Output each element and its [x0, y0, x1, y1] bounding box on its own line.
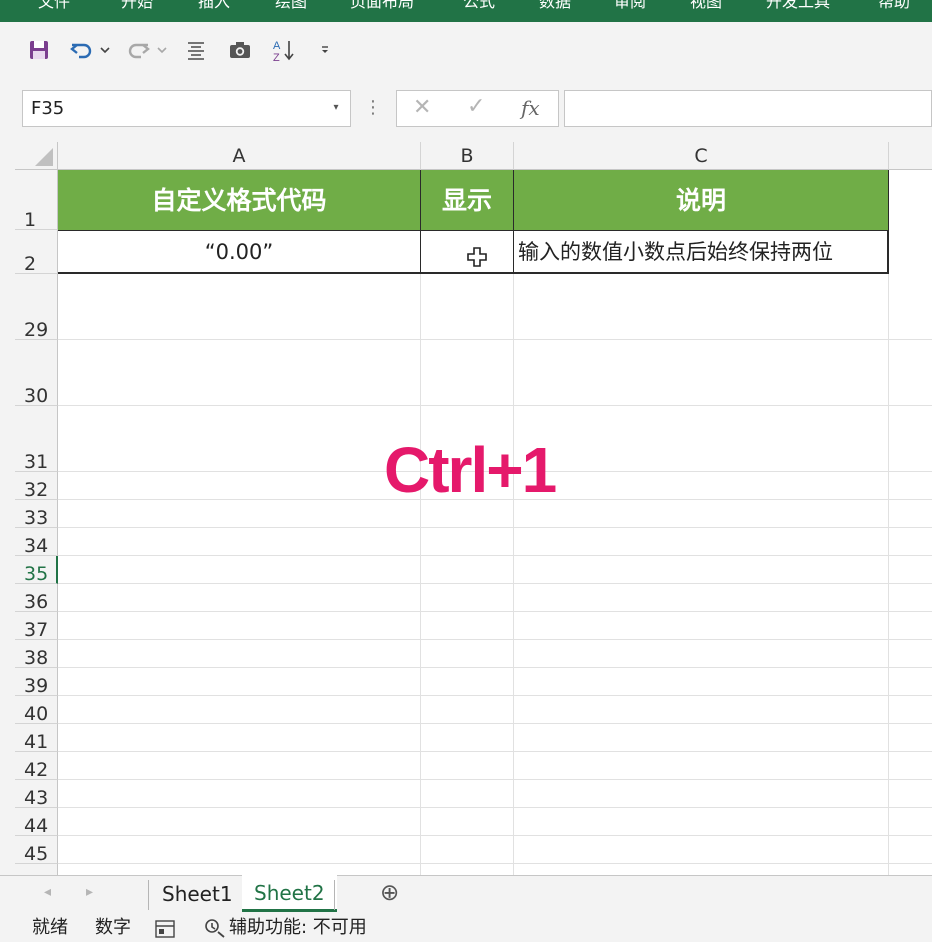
left-gutter — [0, 142, 15, 875]
customize-toolbar-dropdown-icon[interactable] — [318, 36, 332, 64]
gridline — [58, 695, 932, 696]
macro-recording-icon[interactable] — [155, 918, 175, 947]
confirm-entry-icon[interactable]: ✓ — [467, 94, 485, 119]
tab-file[interactable]: 文件 — [38, 0, 70, 14]
save-icon[interactable] — [26, 36, 52, 64]
row-header-43[interactable]: 43 — [15, 780, 58, 809]
formula-buttons: ✕ ✓ fx — [396, 90, 559, 127]
row-header-31[interactable]: 31 — [15, 406, 58, 473]
accessibility-icon[interactable] — [204, 918, 226, 947]
row-header-34[interactable]: 34 — [15, 528, 58, 557]
gridline — [58, 555, 932, 556]
undo-icon[interactable] — [68, 36, 96, 64]
scroll-tabs-right-icon[interactable]: ▸ — [86, 884, 93, 900]
gridline — [58, 751, 932, 752]
scroll-tabs-left-icon[interactable]: ◂ — [44, 884, 51, 900]
tab-draw[interactable]: 绘图 — [275, 0, 307, 14]
sheet-tab-sheet2[interactable]: Sheet2 — [242, 875, 337, 912]
gridline — [58, 667, 932, 668]
insert-function-icon[interactable]: fx — [521, 96, 540, 120]
tab-developer[interactable]: 开发工具 — [766, 0, 830, 14]
row-header-42[interactable]: 42 — [15, 752, 58, 781]
name-box[interactable]: F35 — [22, 90, 351, 127]
row-header-39[interactable]: 39 — [15, 668, 58, 697]
sort-ascending-icon[interactable]: AZ — [271, 36, 297, 64]
table-header-description[interactable]: 说明 — [514, 170, 889, 230]
cross-cursor-icon — [466, 246, 488, 268]
row-header-41[interactable]: 41 — [15, 724, 58, 753]
formula-bar-grip-icon: ⋮ — [364, 97, 382, 118]
camera-icon[interactable] — [227, 36, 253, 64]
gridline — [58, 611, 932, 612]
gridline — [58, 339, 932, 340]
row-header-38[interactable]: 38 — [15, 640, 58, 669]
tab-page-layout[interactable]: 页面布局 — [350, 0, 414, 14]
status-accessibility[interactable]: 辅助功能: 不可用 — [229, 913, 367, 942]
tab-view[interactable]: 视图 — [690, 0, 722, 14]
sheet-tab-sheet1[interactable]: Sheet1 — [150, 876, 245, 912]
undo-dropdown-chevron-icon[interactable] — [98, 36, 112, 64]
formula-input[interactable] — [564, 90, 932, 127]
row-header-35[interactable]: 35 — [15, 556, 58, 585]
tab-help[interactable]: 帮助 — [878, 0, 910, 14]
tab-divider — [148, 880, 149, 910]
select-all-corner[interactable] — [15, 142, 58, 170]
row-header-2[interactable]: 2 — [15, 230, 58, 275]
column-header-b[interactable]: B — [421, 142, 514, 170]
gridline — [513, 170, 514, 875]
status-bar: 就绪 数字 辅助功能: 不可用 — [0, 913, 932, 942]
svg-text:A: A — [273, 40, 281, 52]
row-header-32[interactable]: 32 — [15, 472, 58, 501]
gridline — [888, 170, 889, 875]
gridline — [58, 835, 932, 836]
row-header-37[interactable]: 37 — [15, 612, 58, 641]
name-box-dropdown-icon[interactable]: ▾ — [329, 98, 343, 118]
table-header-format-code[interactable]: 自定义格式代码 — [58, 170, 421, 230]
row-header-partial — [15, 864, 58, 875]
status-mode: 数字 — [95, 917, 131, 938]
tab-home[interactable]: 开始 — [121, 0, 153, 14]
row-header-44[interactable]: 44 — [15, 808, 58, 837]
align-text-icon[interactable] — [184, 36, 208, 64]
cell-a2[interactable]: “0.00” — [58, 230, 421, 274]
gridline — [58, 583, 932, 584]
cell-c2[interactable]: 输入的数值小数点后始终保持两位 — [514, 230, 889, 274]
column-header-c[interactable]: C — [514, 142, 889, 170]
svg-text:Z: Z — [273, 52, 280, 62]
tab-formulas[interactable]: 公式 — [463, 0, 495, 14]
cancel-entry-icon[interactable]: ✕ — [413, 95, 431, 120]
gridline — [58, 723, 932, 724]
quick-access-toolbar: AZ — [0, 22, 932, 78]
status-ready: 就绪 — [32, 917, 68, 938]
row-header-36[interactable]: 36 — [15, 584, 58, 613]
row-header-1[interactable]: 1 — [15, 170, 58, 231]
row-header-45[interactable]: 45 — [15, 836, 58, 865]
gridline — [58, 527, 932, 528]
gridline — [58, 405, 932, 406]
tab-insert[interactable]: 插入 — [198, 0, 230, 14]
sheet-tab-bar: ◂ ▸ Sheet1 Sheet2 ⊕ — [0, 875, 932, 913]
tab-data[interactable]: 数据 — [539, 0, 571, 14]
gridline — [420, 170, 421, 875]
row-header-30[interactable]: 30 — [15, 340, 58, 407]
row-header-33[interactable]: 33 — [15, 500, 58, 529]
gridline — [58, 807, 932, 808]
worksheet-grid[interactable]: A B C 1 2 29 30 31 32 33 34 35 36 37 38 … — [0, 142, 932, 875]
add-sheet-icon[interactable]: ⊕ — [380, 880, 399, 906]
redo-dropdown-chevron-icon[interactable] — [155, 36, 169, 64]
shortcut-overlay-text: Ctrl+1 — [384, 434, 557, 506]
gridline — [58, 863, 932, 864]
ribbon-tab-strip: 文件 开始 插入 绘图 页面布局 公式 数据 审阅 视图 开发工具 帮助 — [0, 0, 932, 22]
redo-icon[interactable] — [124, 36, 152, 64]
gridline — [58, 779, 932, 780]
row-header-29[interactable]: 29 — [15, 274, 58, 341]
gridline — [58, 639, 932, 640]
row-header-40[interactable]: 40 — [15, 696, 58, 725]
column-header-a[interactable]: A — [58, 142, 421, 170]
tab-review[interactable]: 审阅 — [614, 0, 646, 14]
tab-divider — [334, 880, 335, 910]
column-header-d-partial[interactable] — [889, 142, 932, 170]
table-header-display[interactable]: 显示 — [421, 170, 514, 230]
